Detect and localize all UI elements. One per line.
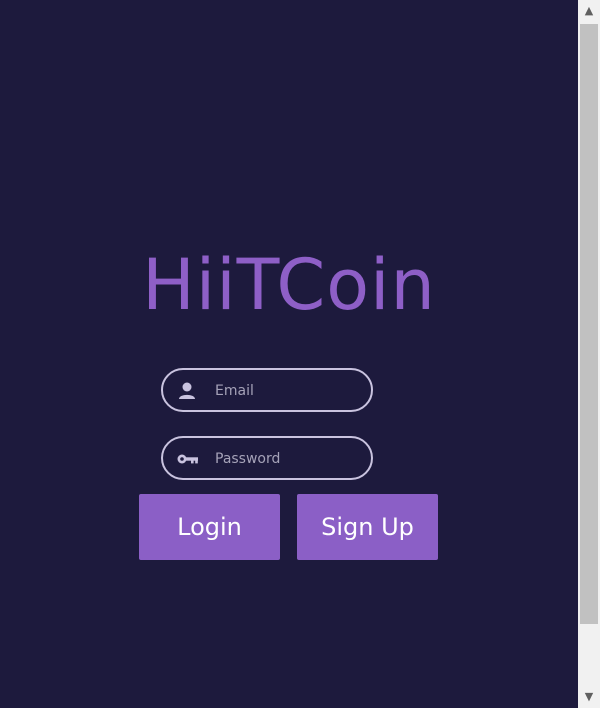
vertical-scrollbar[interactable]: ▲ ▼ [578,0,600,708]
user-icon [176,381,198,401]
app-window: HiiTCoin Login [0,0,600,708]
password-field[interactable] [161,436,373,480]
scroll-up-arrow-icon[interactable]: ▲ [578,0,600,22]
app-logo: HiiTCoin [142,244,436,326]
scrollbar-thumb[interactable] [580,24,598,624]
login-button[interactable]: Login [139,494,280,560]
email-field[interactable] [161,368,373,412]
email-input[interactable] [215,378,363,404]
scroll-down-arrow-icon[interactable]: ▼ [578,686,600,708]
key-icon [176,449,198,469]
login-page: HiiTCoin Login [0,0,578,708]
password-input[interactable] [215,446,363,472]
sign-up-button[interactable]: Sign Up [297,494,438,560]
